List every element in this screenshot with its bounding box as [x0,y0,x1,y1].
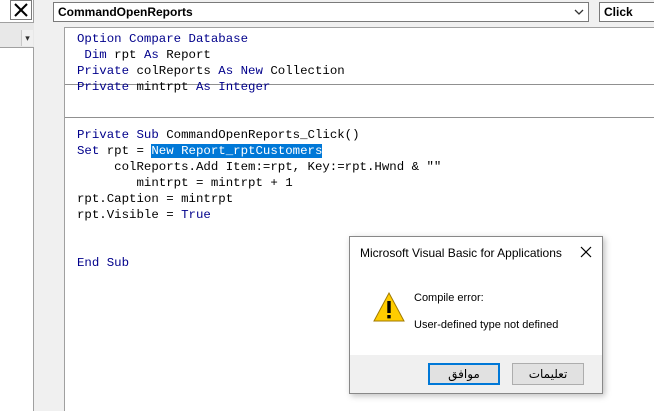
code-keyword: Option Compare Database [77,32,249,46]
project-pane [0,0,34,411]
code-keyword: Private [77,64,130,78]
code-text: mintrpt = mintrpt + 1 [77,176,293,190]
scroll-down-icon[interactable]: ▾ [21,30,33,46]
code-line[interactable]: rpt.Caption = mintrpt [77,191,233,207]
code-line[interactable]: rpt.Visible = True [77,207,211,223]
code-keyword: As Integer [195,80,271,94]
chevron-down-icon [574,9,584,15]
code-keyword: Private Sub [77,128,159,142]
close-icon [14,3,28,17]
procedure-combo[interactable]: Click [599,2,654,22]
close-icon[interactable] [579,245,593,259]
code-text: colReports [129,64,219,78]
code-text: rpt = [99,144,152,158]
object-combo[interactable]: CommandOpenReports [53,2,589,22]
code-text: rpt.Caption = mintrpt [77,192,234,206]
procedure-separator [65,117,654,118]
dialog-message: User-defined type not defined [414,319,559,331]
code-text: rpt [106,48,144,62]
dialog-footer: موافق تعليمات [350,355,602,393]
warning-icon [373,291,405,322]
code-line[interactable]: Private Sub CommandOpenReports_Click() [77,127,360,143]
help-button[interactable]: تعليمات [512,363,584,385]
code-text: mintrpt [129,80,196,94]
code-keyword: As [143,48,159,62]
code-text: CommandOpenReports_Click() [158,128,360,142]
margin-indicator-bar[interactable] [44,27,64,411]
code-line[interactable]: Set rpt = New Report_rptCustomers [77,143,323,159]
selected-code-text: New Report_rptCustomers [151,144,323,158]
close-pane-button[interactable] [10,0,32,20]
code-line[interactable]: Private colReports As New Collection [77,63,345,79]
code-line[interactable]: Dim rpt As Report [77,47,211,63]
code-keyword: Dim [77,48,107,62]
code-keyword: As New [218,64,263,78]
code-keyword: End Sub [77,256,130,270]
compile-error-dialog: Microsoft Visual Basic for Applications … [349,236,603,394]
code-line[interactable]: mintrpt = mintrpt + 1 [77,175,293,191]
ok-button[interactable]: موافق [428,363,500,385]
code-keyword: Set [77,144,100,158]
object-combo-value: CommandOpenReports [58,5,193,19]
code-keyword: Private [77,80,130,94]
code-text: colReports.Add Item:=rpt, Key:=rpt.Hwnd … [77,160,442,174]
code-text: Report [158,48,211,62]
code-line[interactable]: colReports.Add Item:=rpt, Key:=rpt.Hwnd … [77,159,441,175]
code-text: Collection [262,64,345,78]
code-line[interactable]: Private mintrpt As Integer [77,79,270,95]
code-text: rpt.Visible = [77,208,182,222]
code-line[interactable]: Option Compare Database [77,31,248,47]
dialog-heading: Compile error: [414,292,484,304]
dialog-title: Microsoft Visual Basic for Applications [360,246,562,260]
code-keyword: True [181,208,211,222]
code-line[interactable]: End Sub [77,255,129,271]
procedure-combo-value: Click [604,5,633,19]
